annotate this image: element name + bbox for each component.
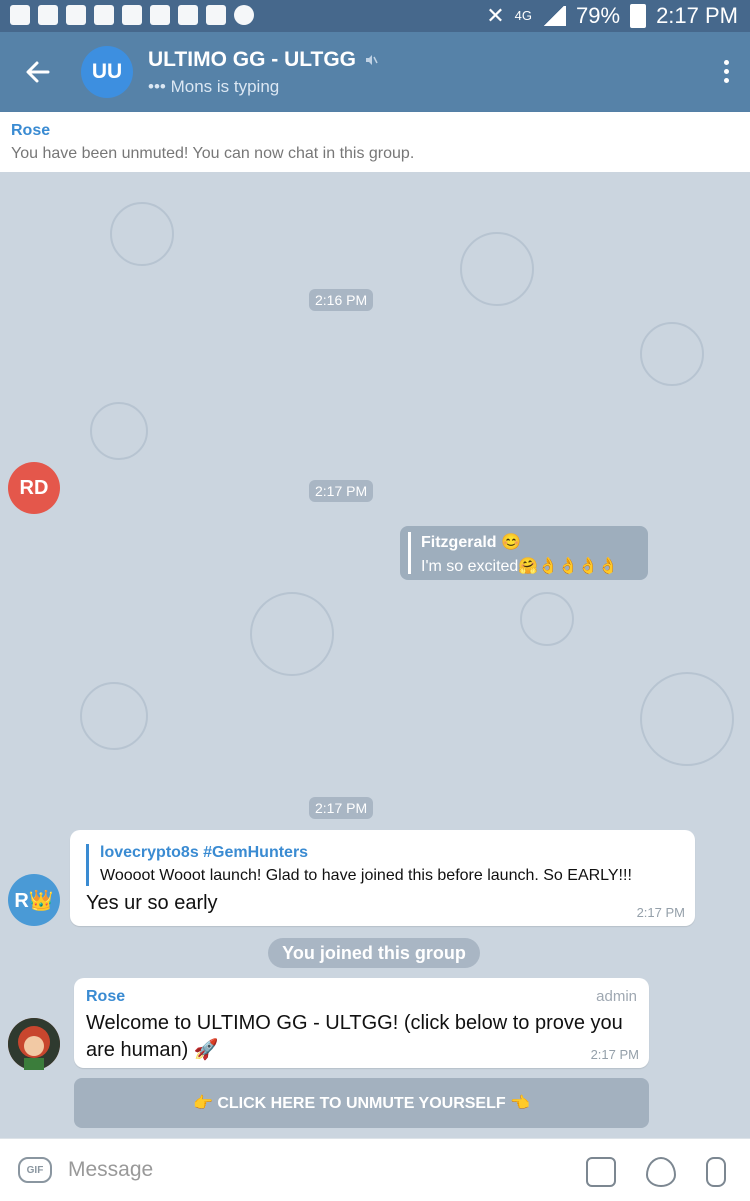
attach-paperclip-icon[interactable] [646, 1157, 676, 1187]
reply-author: Fitzgerald 😊 [421, 534, 521, 551]
date-badge: 2:17 PM [309, 480, 374, 502]
quoted-author: lovecrypto8s #GemHunters [100, 844, 309, 861]
sender-name: Rose [86, 988, 126, 1005]
pinned-sender: Rose [11, 122, 51, 139]
mute-status-icon: ✕ [486, 3, 505, 28]
clock: 2:17 PM [656, 3, 738, 28]
user-avatar-r[interactable]: R👑 [8, 874, 60, 926]
admin-badge: admin [596, 988, 637, 1005]
telegram-icon [234, 5, 254, 25]
doodle-decoration [90, 402, 148, 460]
battery-percent: 79% [576, 3, 621, 28]
reply-text: I'm so excited🤗👌👌👌👌 [421, 558, 618, 575]
group-avatar[interactable]: UU [81, 46, 133, 98]
group-title-text: ULTIMO GG - ULTGG [148, 48, 357, 71]
message-input[interactable] [66, 1151, 570, 1189]
overflow-menu-icon[interactable] [722, 60, 730, 84]
microphone-icon[interactable] [706, 1157, 726, 1187]
group-title[interactable]: ULTIMO GG - ULTGG [148, 48, 378, 72]
typing-status: ••• Mons is typing [148, 77, 280, 96]
quoted-text: Woooot Wooot launch! Glad to have joined… [100, 867, 632, 884]
user-avatar-rd[interactable]: RD [8, 462, 60, 514]
pinned-message[interactable]: Rose You have been unmuted! You can now … [0, 112, 750, 172]
doodle-decoration [640, 672, 734, 766]
status-bar: ✕ 4G 79% 2:17 PM [0, 0, 750, 32]
message-bubble[interactable]: Rose admin Welcome to ULTIMO GG - ULTGG!… [74, 978, 649, 1068]
doodle-decoration [110, 202, 174, 266]
mail-icon [206, 5, 226, 25]
unmute-button-label: 👉 CLICK HERE TO UNMUTE YOURSELF 👈 [192, 1095, 531, 1112]
gif-button[interactable]: GIF [18, 1157, 52, 1183]
message-time: 2:17 PM [636, 905, 685, 920]
pinned-text: You have been unmuted! You can now chat … [11, 145, 415, 162]
reply-bar [408, 532, 411, 574]
doodle-decoration [640, 322, 704, 386]
date-badge: 2:17 PM [309, 797, 374, 819]
muted-speaker-icon [366, 55, 378, 65]
youtube-icon [150, 5, 170, 25]
message-bubble[interactable]: lovecrypto8s #GemHunters Woooot Wooot la… [70, 830, 695, 926]
message-text: Welcome to ULTIMO GG - ULTGG! (click bel… [86, 1012, 623, 1061]
twitter-icon [94, 5, 114, 25]
back-arrow-icon[interactable] [20, 54, 56, 90]
message-list[interactable]: 2:16 PM RD 2:17 PM Fitzgerald 😊 I'm so e… [0, 172, 750, 1138]
network-type: 4G [514, 8, 533, 23]
doodle-decoration [460, 232, 534, 306]
doodle-decoration [520, 592, 574, 646]
unmute-inline-button[interactable]: 👉 CLICK HERE TO UNMUTE YOURSELF 👈 [74, 1078, 649, 1128]
status-right: ✕ 4G 79% 2:17 PM [486, 3, 738, 29]
gallery-icon [38, 5, 58, 25]
bot-command-icon[interactable] [586, 1157, 616, 1187]
message-text: Yes ur so early [86, 892, 218, 914]
notification-icons [10, 5, 254, 25]
youtube-icon [178, 5, 198, 25]
facebook-icon [10, 5, 30, 25]
twitter-icon [122, 5, 142, 25]
signal-icon [542, 6, 567, 26]
composer: GIF [0, 1138, 750, 1201]
doodle-decoration [80, 682, 148, 750]
quote-bar [86, 844, 89, 886]
date-badge: 2:16 PM [309, 289, 374, 311]
chat-header: UU ULTIMO GG - ULTGG ••• Mons is typing [0, 32, 750, 112]
rose-avatar-image [8, 1018, 60, 1070]
message-time: 2:17 PM [590, 1047, 639, 1062]
doodle-decoration [250, 592, 334, 676]
service-message: You joined this group [268, 938, 480, 968]
battery-icon [630, 4, 647, 28]
twitter-icon [66, 5, 86, 25]
reply-preview[interactable]: Fitzgerald 😊 I'm so excited🤗👌👌👌👌 [400, 526, 648, 580]
rose-avatar[interactable] [8, 1018, 60, 1070]
